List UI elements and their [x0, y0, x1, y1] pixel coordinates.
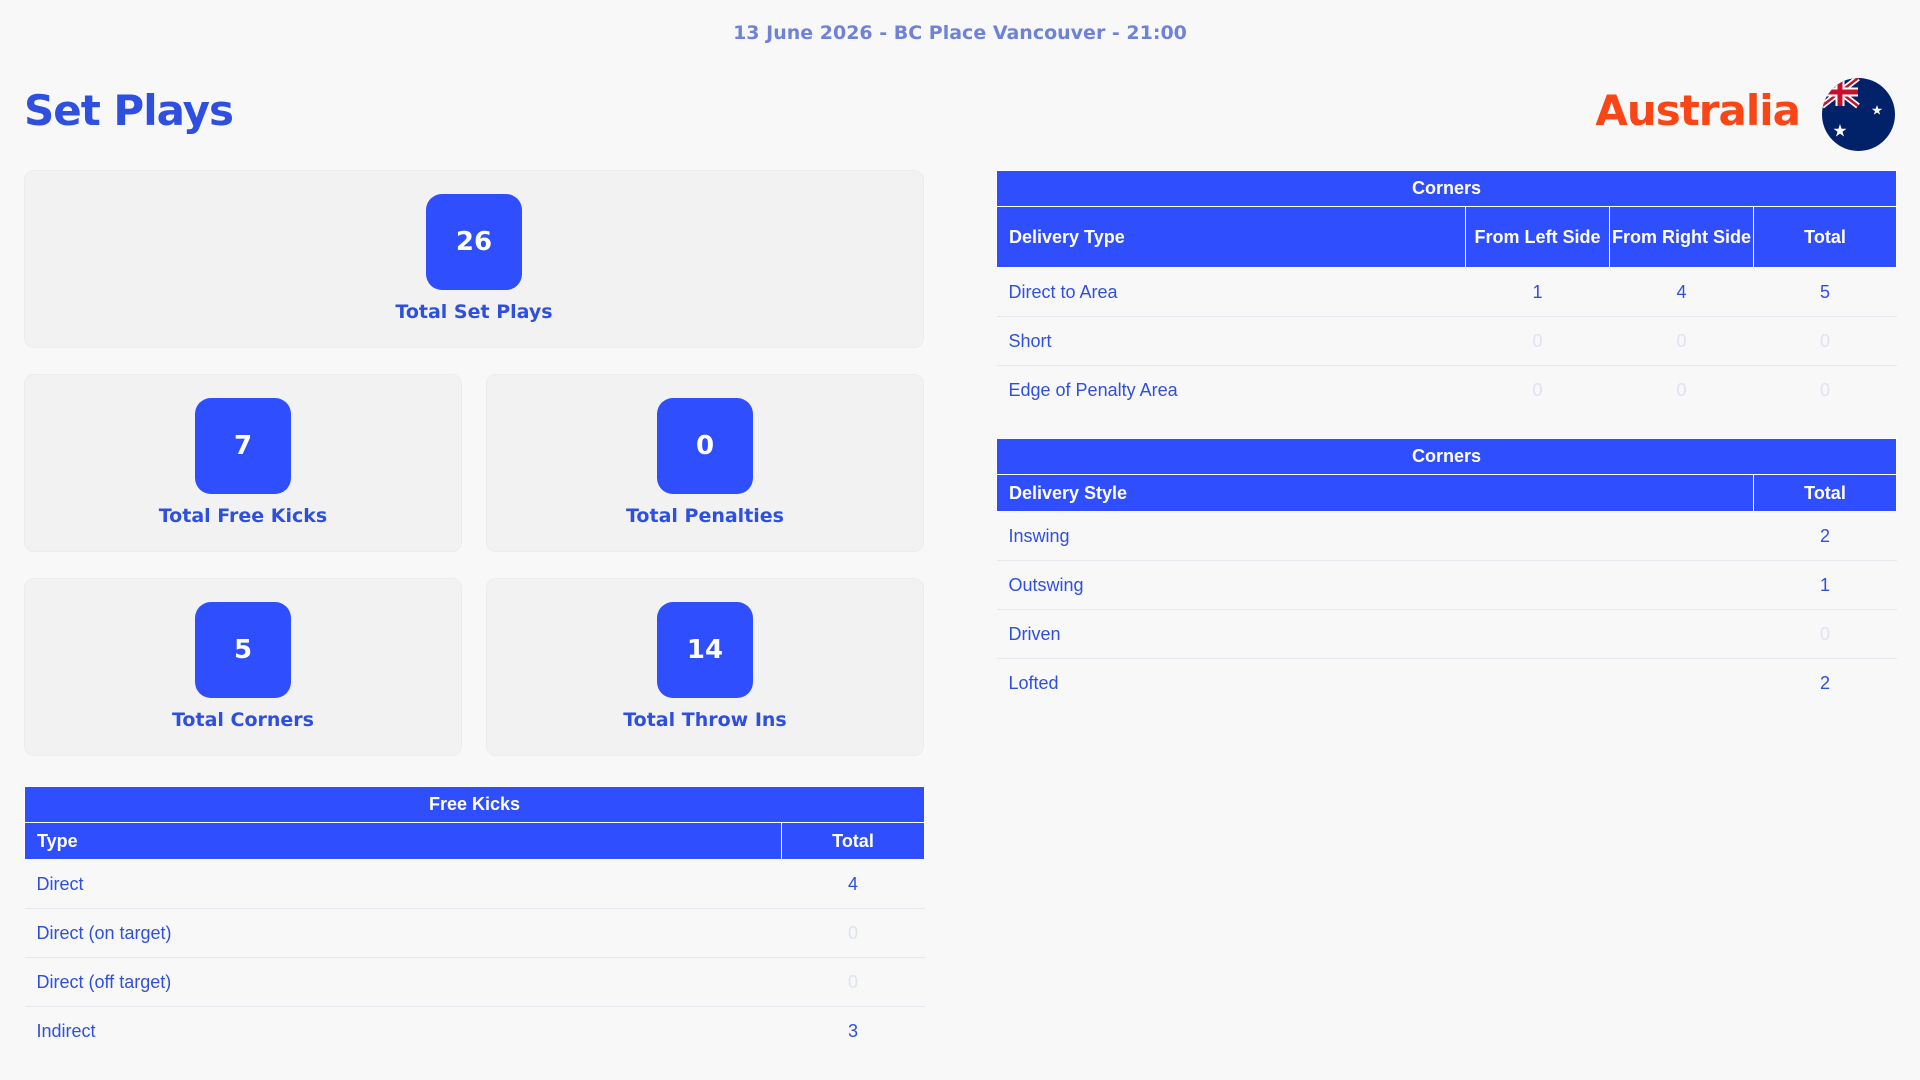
delivery-style: Driven	[996, 609, 1754, 659]
column-header-total: Total	[1752, 206, 1898, 268]
total-set-plays-card: 26 Total Set Plays	[24, 170, 924, 348]
delivery-total: 5	[1753, 267, 1897, 317]
total-free-kicks-value: 7	[195, 398, 291, 494]
free-kick-type: Direct (on target)	[24, 908, 782, 958]
corners-delivery-style-table: Corners Delivery Style Total Inswing 2 O…	[996, 438, 1897, 708]
table-row: Indirect 3	[25, 1007, 925, 1056]
match-info: 13 June 2026 - BC Place Vancouver - 21:0…	[733, 22, 1187, 44]
delivery-style-total: 2	[1753, 511, 1897, 561]
column-header-from-left-side: From Left Side	[1465, 206, 1610, 268]
free-kick-total: 3	[847, 1020, 858, 1041]
total-corners-label: Total Corners	[172, 709, 314, 731]
column-header-from-right-side: From Right Side	[1609, 206, 1754, 268]
table-row: Direct (on target) 0	[24, 908, 925, 958]
delivery-style-total: 0	[1753, 609, 1897, 659]
corners-caption: Corners	[996, 438, 1897, 475]
delivery-type: Short	[996, 316, 1466, 366]
corners-caption: Corners	[995, 170, 1898, 207]
total-throw-ins-value: 14	[657, 602, 753, 698]
column-header-total: Total	[1753, 474, 1897, 512]
free-kick-total: 0	[781, 908, 925, 958]
table-row: Inswing 2	[996, 511, 1897, 561]
table-row: Edge of Penalty Area 0 0 0	[997, 366, 1897, 415]
total-penalties-card: 0 Total Penalties	[486, 374, 924, 552]
from-left-side: 0	[1465, 316, 1610, 366]
delivery-total: 0	[1820, 379, 1831, 400]
from-right-side: 4	[1609, 267, 1754, 317]
total-corners-value: 5	[195, 602, 291, 698]
team-name: Australia	[1595, 86, 1801, 135]
column-header-type: Type	[24, 822, 782, 860]
column-header-delivery-type: Delivery Type	[996, 206, 1466, 268]
free-kicks-caption: Free Kicks	[24, 786, 925, 823]
from-right-side: 0	[1676, 379, 1687, 400]
delivery-style: Outswing	[996, 560, 1754, 610]
free-kick-type: Direct (off target)	[24, 957, 782, 1007]
delivery-style-total: 2	[1819, 672, 1830, 693]
total-free-kicks-label: Total Free Kicks	[158, 505, 328, 527]
table-row: Driven 0	[996, 609, 1897, 659]
delivery-style: Inswing	[996, 511, 1754, 561]
corners-delivery-type-table: Corners Delivery Type From Left Side Fro…	[995, 170, 1898, 415]
total-penalties-label: Total Penalties	[626, 505, 784, 527]
from-left-side: 0	[1532, 379, 1543, 400]
column-header-total: Total	[781, 822, 925, 860]
delivery-style-total: 1	[1753, 560, 1897, 610]
total-penalties-value: 0	[657, 398, 753, 494]
table-row: Short 0 0 0	[996, 316, 1897, 366]
table-row: Direct to Area 1 4 5	[996, 267, 1897, 317]
table-row: Lofted 2	[997, 659, 1897, 708]
table-row: Outswing 1	[996, 560, 1897, 610]
total-throw-ins-card: 14 Total Throw Ins	[486, 578, 924, 756]
table-row: Direct 4	[24, 859, 925, 909]
delivery-style: Lofted	[1008, 672, 1059, 693]
free-kicks-table: Free Kicks Type Total Direct 4 Direct (o…	[24, 786, 925, 1056]
total-corners-card: 5 Total Corners	[24, 578, 462, 756]
total-throw-ins-label: Total Throw Ins	[623, 709, 787, 731]
delivery-total: 0	[1753, 316, 1897, 366]
free-kick-type: Direct	[24, 859, 782, 909]
free-kick-type: Indirect	[36, 1020, 96, 1041]
table-row: Direct (off target) 0	[24, 957, 925, 1007]
from-left-side: 1	[1465, 267, 1610, 317]
column-header-delivery-style: Delivery Style	[996, 474, 1754, 512]
delivery-type: Edge of Penalty Area	[1008, 379, 1178, 400]
delivery-type: Direct to Area	[996, 267, 1466, 317]
total-set-plays-label: Total Set Plays	[395, 301, 553, 323]
total-free-kicks-card: 7 Total Free Kicks	[24, 374, 462, 552]
total-set-plays-value: 26	[426, 194, 522, 290]
from-right-side: 0	[1609, 316, 1754, 366]
free-kick-total: 0	[781, 957, 925, 1007]
page-title: Set Plays	[24, 86, 234, 135]
free-kick-total: 4	[781, 859, 925, 909]
australia-flag-icon	[1822, 78, 1895, 151]
